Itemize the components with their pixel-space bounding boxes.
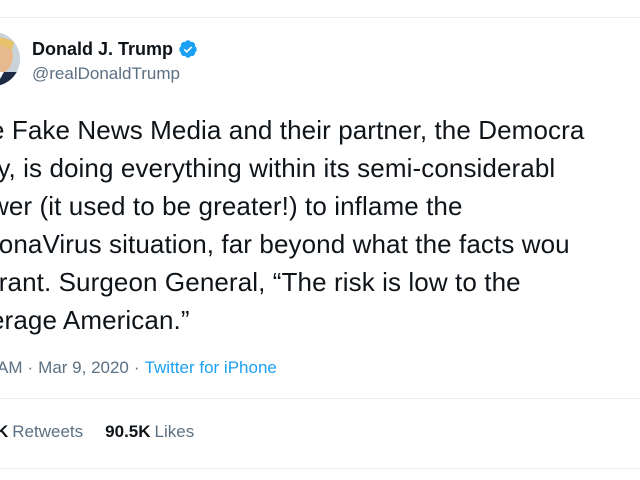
author-name-row[interactable]: Donald J. Trump — [32, 37, 198, 61]
likes-stat[interactable]: 90.5K Likes — [105, 422, 194, 442]
top-divider — [0, 17, 640, 18]
avatar[interactable] — [0, 32, 20, 86]
author-display-name[interactable]: Donald J. Trump — [32, 37, 173, 61]
meta-divider — [0, 398, 640, 399]
likes-label: Likes — [154, 422, 195, 441]
tweet-time[interactable]: AM — [0, 358, 23, 378]
likes-count: 90.5K — [105, 422, 151, 441]
tweet-stats: K Retweets 90.5K Likes — [0, 421, 194, 443]
tweet-text-line: erage American.” — [0, 305, 190, 335]
meta-separator: · — [133, 358, 140, 377]
tweet-meta: AM · Mar 9, 2020 · Twitter for iPhone — [0, 357, 277, 379]
profile-photo-icon — [0, 32, 20, 86]
author-handle[interactable]: @realDonaldTrump — [32, 63, 180, 85]
tweet-text-line: ronaVirus situation, far beyond what the… — [0, 229, 570, 259]
verified-badge-icon — [179, 40, 197, 58]
retweets-stat[interactable]: K Retweets — [0, 422, 83, 442]
tweet-text-line: ty, is doing everything within its semi-… — [0, 153, 556, 183]
bottom-divider — [0, 468, 640, 469]
tweet-card: Donald J. Trump @realDonaldTrump e Fake … — [0, 0, 640, 480]
meta-separator: · — [27, 358, 34, 377]
tweet-date[interactable]: Mar 9, 2020 — [38, 358, 129, 378]
tweet-source-link[interactable]: Twitter for iPhone — [145, 358, 277, 378]
retweets-count: K — [0, 422, 9, 441]
tweet-text: e Fake News Media and their partner, the… — [0, 111, 640, 339]
retweets-label: Retweets — [12, 422, 84, 441]
tweet-text-line: rrant. Surgeon General, “The risk is low… — [0, 267, 521, 297]
tweet-text-line: wer (it used to be greater!) to inflame … — [0, 191, 463, 221]
tweet-text-line: e Fake News Media and their partner, the… — [0, 115, 585, 145]
